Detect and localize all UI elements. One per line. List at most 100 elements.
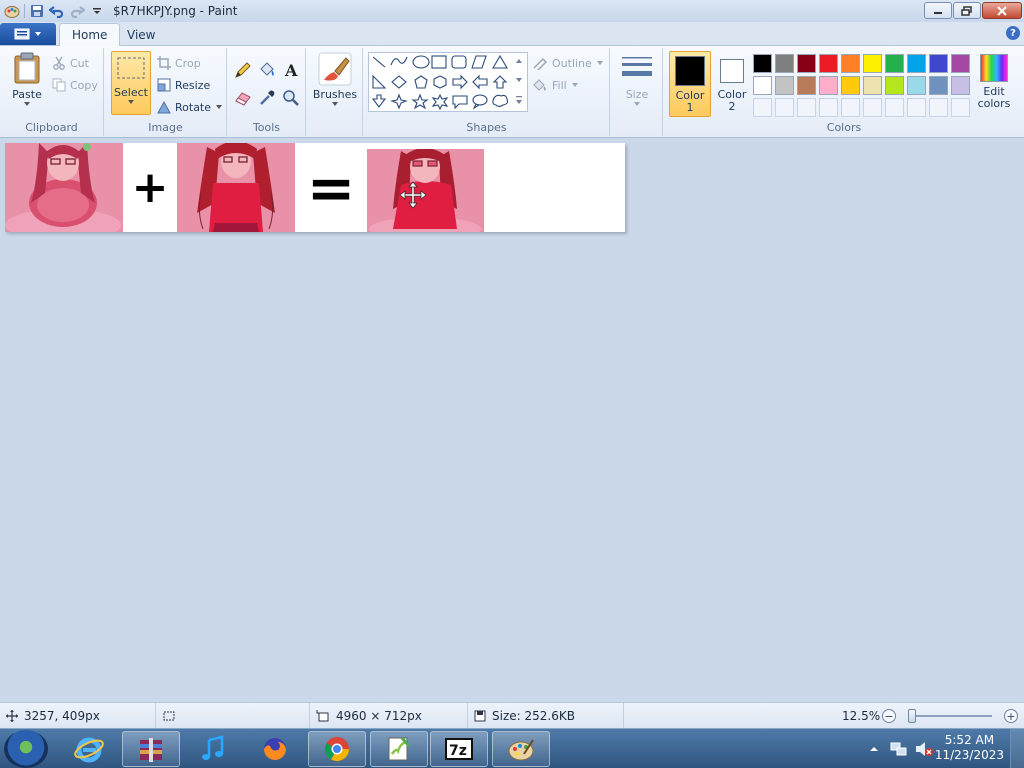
network-icon[interactable] [890,740,908,758]
drawing-canvas[interactable]: + = [5,143,625,232]
plus-sign: + [123,143,177,232]
pencil-tool[interactable] [232,60,254,80]
tools-group: A Tools [228,48,306,136]
zoom-slider-thumb[interactable] [908,709,916,723]
color-swatch[interactable] [929,54,948,73]
taskbar-paint[interactable] [492,731,550,767]
color-swatch[interactable] [797,54,816,73]
color-swatch[interactable] [885,54,904,73]
color-swatch[interactable] [819,76,838,95]
outline-button[interactable]: Outline [532,54,604,72]
cursor-position-text: 3257, 409px [24,709,100,723]
taskbar-internet-explorer[interactable] [60,731,118,767]
taskbar-clock[interactable]: 5:52 AM 11/23/2023 [935,733,1004,763]
volume-muted-icon[interactable] [914,740,934,758]
restore-button[interactable] [953,2,981,19]
color-swatch[interactable] [907,54,926,73]
taskbar-firefox[interactable] [246,731,304,767]
color-swatch[interactable] [907,76,926,95]
edit-colors-button[interactable]: Edit colors [974,54,1014,110]
color-swatch[interactable] [841,54,860,73]
tray-show-hidden-icon[interactable] [868,743,880,755]
minimize-button[interactable] [924,2,952,19]
color-swatch[interactable] [929,76,948,95]
taskbar-winrar[interactable] [122,731,180,767]
color-swatch[interactable] [753,54,772,73]
taskbar-7zip[interactable]: 7z [430,731,488,767]
taskbar-chrome[interactable] [308,731,366,767]
color-swatch[interactable] [863,54,882,73]
shapes-expand-icon[interactable] [514,92,524,108]
select-button[interactable]: Select [111,51,151,115]
magnifier-tool[interactable] [280,88,302,108]
eraser-tool[interactable] [232,88,254,108]
text-tool[interactable]: A [280,60,302,80]
image-dimensions-icon [316,710,329,722]
taskbar-itunes[interactable] [184,731,242,767]
customize-qat-icon[interactable] [87,1,107,21]
color-swatch[interactable] [775,76,794,95]
clipboard-group-label: Clipboard [25,121,78,134]
paint-app-icon[interactable] [2,1,22,21]
equals-sign: = [295,143,367,232]
zoom-out-button[interactable]: − [882,709,896,723]
color-swatch[interactable] [885,76,904,95]
rotate-button[interactable]: Rotate [157,98,223,116]
redo-icon[interactable] [67,1,87,21]
shapes-scroll-down-icon[interactable] [514,72,524,88]
zoom-in-button[interactable]: + [1004,709,1018,723]
select-label: Select [114,86,148,99]
tab-home[interactable]: Home [59,23,121,46]
copy-button[interactable]: Copy [52,76,98,94]
fill-button[interactable]: Fill [532,76,579,94]
color-swatch[interactable] [951,76,970,95]
undo-icon[interactable] [47,1,67,21]
color-swatch[interactable] [951,54,970,73]
color-swatch[interactable] [797,76,816,95]
custom-color-slot[interactable] [907,98,926,117]
crop-button[interactable]: Crop [157,54,201,72]
cut-button[interactable]: Cut [52,54,89,72]
show-desktop-button[interactable] [1010,729,1024,768]
select-rectangle-icon [117,57,145,79]
resize-button[interactable]: Resize [157,76,210,94]
custom-color-slot[interactable] [863,98,882,117]
color-picker-tool[interactable] [256,88,278,108]
custom-color-slot[interactable] [775,98,794,117]
help-icon[interactable]: ? [1006,26,1020,40]
custom-color-slot[interactable] [929,98,948,117]
paint-menu-button[interactable] [0,23,56,45]
shapes-scroll-up-icon[interactable] [514,54,524,70]
firefox-icon [264,738,286,760]
crop-label: Crop [175,56,201,70]
tab-view[interactable]: View [115,23,167,46]
internet-explorer-icon [74,737,104,763]
save-icon[interactable] [27,1,47,21]
file-size-text: Size: 252.6KB [492,709,575,723]
custom-color-slot[interactable] [797,98,816,117]
close-button[interactable] [982,2,1022,19]
custom-color-slot[interactable] [951,98,970,117]
zoom-slider-track[interactable] [908,715,992,717]
paint-palette-icon [508,739,534,761]
brushes-button[interactable]: Brushes [313,52,357,107]
canvas-workspace[interactable]: + = [0,138,1024,702]
color-swatch[interactable] [863,76,882,95]
color-swatch[interactable] [819,54,838,73]
color1-button[interactable]: Color 1 [669,51,711,117]
plus-text: + [131,161,169,213]
color-swatch[interactable] [753,76,772,95]
color-swatch[interactable] [841,76,860,95]
size-button[interactable]: Size [617,54,657,107]
color-swatch[interactable] [775,54,794,73]
fill-tool[interactable] [256,60,278,80]
taskbar-notepad-plus[interactable] [370,731,428,767]
custom-color-slot[interactable] [753,98,772,117]
color2-button[interactable]: Color 2 [714,51,750,117]
chevron-down-icon [128,100,134,104]
custom-color-slot[interactable] [885,98,904,117]
custom-color-slot[interactable] [841,98,860,117]
custom-color-slot[interactable] [819,98,838,117]
paste-button[interactable]: Paste [8,52,46,107]
start-button[interactable] [4,730,48,768]
